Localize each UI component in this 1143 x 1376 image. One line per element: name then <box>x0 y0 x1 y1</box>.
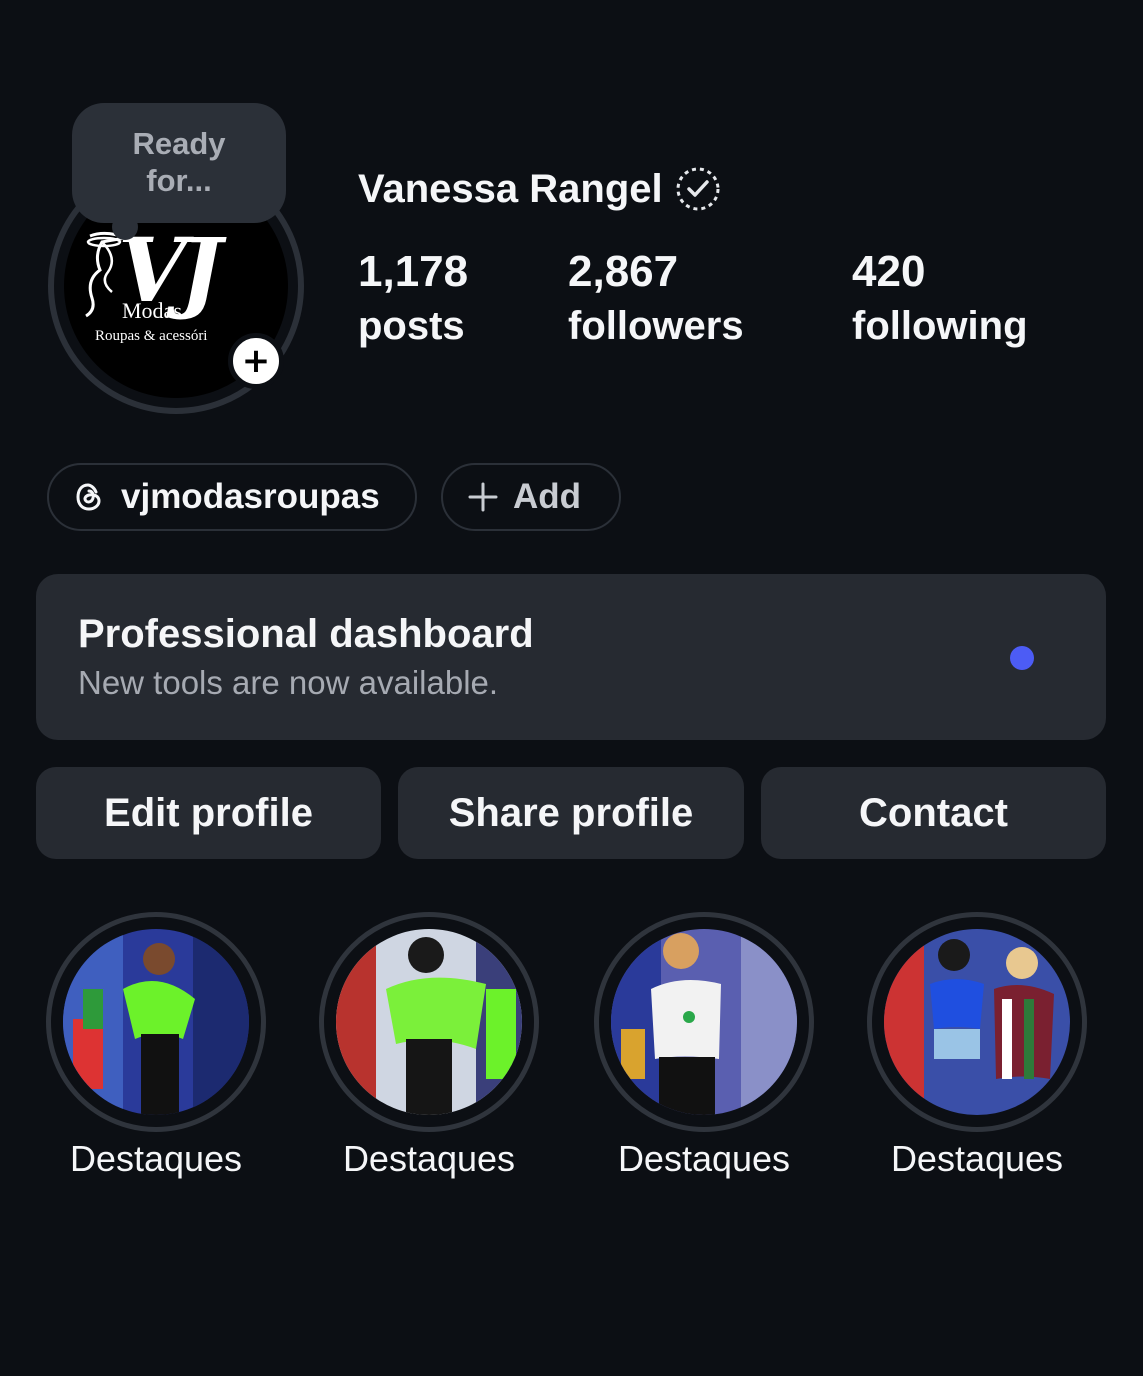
contact-button[interactable]: Contact <box>761 767 1106 859</box>
highlight-label: Destaques <box>69 1138 243 1179</box>
edit-profile-button[interactable]: Edit profile <box>36 767 381 859</box>
stat-followers[interactable]: 2,867 followers <box>568 246 744 354</box>
professional-dashboard-card[interactable]: Professional dashboard New tools are now… <box>36 574 1106 740</box>
stat-value: 2,867 <box>568 247 679 296</box>
highlight-cover-image <box>611 929 797 1115</box>
threads-link-pill[interactable]: vjmodasroupas <box>47 463 417 531</box>
stat-label: posts <box>358 304 465 348</box>
highlight-cover-image <box>336 929 522 1115</box>
add-story-button[interactable]: + <box>228 333 284 389</box>
verified-badge-icon <box>676 167 720 211</box>
stat-posts[interactable]: 1,178 posts <box>358 246 468 354</box>
plus-icon <box>468 482 498 512</box>
stat-following[interactable]: 420 following <box>852 246 1028 354</box>
threads-icon <box>76 483 101 511</box>
highlight-label: Destaques <box>890 1138 1064 1179</box>
stat-value: 420 <box>852 247 926 296</box>
note-bubble[interactable]: Ready for... <box>72 103 286 223</box>
stat-value: 1,178 <box>358 247 469 296</box>
stat-label: followers <box>568 304 744 348</box>
profile-name-row: Vanessa Rangel <box>358 166 721 212</box>
highlight-label: Destaques <box>617 1138 791 1179</box>
note-text: Ready for... <box>132 126 226 198</box>
new-indicator-dot <box>1010 646 1034 670</box>
threads-handle: vjmodasroupas <box>121 477 380 516</box>
profile-page: VJ Modas Roupas & acessóri + Ready for..… <box>0 0 1143 1376</box>
highlight-cover-image <box>884 929 1070 1115</box>
highlight-label: Destaques <box>342 1138 516 1179</box>
add-link-label: Add <box>513 477 582 516</box>
logo-text: Modas <box>122 298 182 323</box>
add-link-button[interactable]: Add <box>441 463 621 531</box>
plus-icon: + <box>241 341 271 381</box>
stat-label: following <box>852 304 1028 348</box>
dashboard-title: Professional dashboard <box>78 612 534 656</box>
dashboard-subtitle: New tools are now available. <box>78 664 499 701</box>
logo-subtext: Roupas & acessóri <box>95 328 208 344</box>
profile-name: Vanessa Rangel <box>358 166 663 211</box>
highlight-cover-image <box>63 929 249 1115</box>
share-profile-button[interactable]: Share profile <box>398 767 744 859</box>
